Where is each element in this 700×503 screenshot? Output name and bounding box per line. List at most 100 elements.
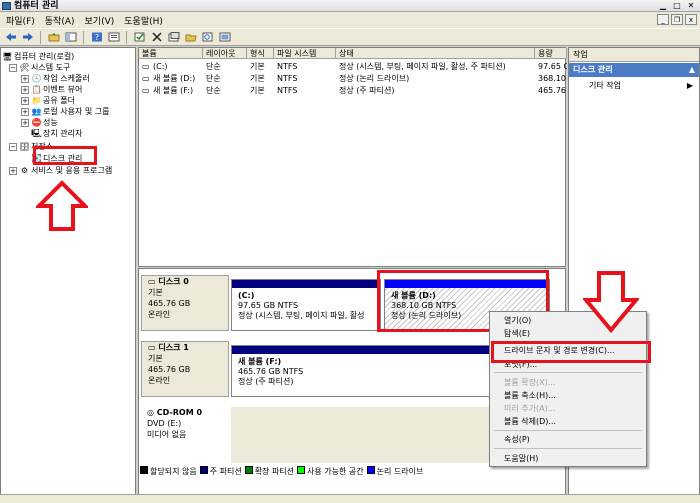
window-title: 컴퓨터 관리 — [14, 1, 59, 11]
title-bar: 컴퓨터 관리 ▁ □ ✕ — [0, 0, 700, 12]
legend-item: 사용 가능한 공간 — [297, 465, 364, 477]
tree-item-services[interactable]: + ⚙ 서비스 및 응용 프로그램 — [9, 165, 112, 176]
svg-text:?: ? — [94, 33, 98, 42]
expand-icon[interactable]: + — [21, 107, 29, 116]
forward-arrow-icon[interactable] — [20, 30, 35, 44]
toolbar-separator — [40, 30, 41, 44]
status-bar — [0, 494, 700, 503]
menu-item-delete-volume[interactable]: 볼륨 삭제(D)... — [490, 415, 646, 428]
highlight-box-disk-management — [33, 146, 97, 165]
highlight-box-change-drive-letter — [491, 341, 651, 363]
disk-icon: ▭ — [148, 343, 159, 352]
menu-separator — [494, 372, 642, 373]
actions-section-disk-management[interactable]: 디스크 관리 ▲ — [569, 63, 699, 77]
help-icon[interactable]: ? — [89, 30, 104, 44]
tree-label: 성능 — [43, 118, 58, 127]
properties-sheet-icon[interactable] — [166, 30, 181, 44]
clock-icon: 🕓 — [31, 74, 42, 83]
primary-partition-bar — [232, 280, 380, 288]
tree-item-system-tools[interactable]: − 🛠 시스템 도구 — [9, 62, 70, 73]
legend-item: 할당되지 않음 — [140, 465, 197, 477]
mdi-restore-button[interactable]: ❐ — [671, 14, 683, 25]
properties-icon[interactable] — [106, 30, 121, 44]
down-arrow-annotation — [583, 271, 639, 334]
tree-label: 로컬 사용자 및 그룹 — [43, 107, 110, 116]
menu-action[interactable]: 동작(A) — [45, 14, 75, 27]
toolbar-separator — [126, 30, 127, 44]
expand-icon[interactable]: + — [21, 96, 29, 105]
maximize-button[interactable]: □ — [670, 0, 684, 11]
volume-c[interactable]: (C:) 97.65 GB NTFS 정상 (시스템, 부팅, 페이지 파일, … — [231, 279, 381, 331]
expand-icon[interactable]: + — [21, 74, 29, 83]
menu-bar: 파일(F) 동작(A) 보기(V) 도움말(H) _ ❐ x — [0, 12, 700, 28]
expand-icon[interactable]: + — [21, 118, 29, 127]
back-arrow-icon[interactable] — [3, 30, 18, 44]
up-folder-icon[interactable] — [46, 30, 61, 44]
search-icon[interactable] — [200, 30, 215, 44]
menu-help[interactable]: 도움말(H) — [124, 14, 163, 27]
tree-label: 공유 폴더 — [43, 96, 75, 105]
tree-item-device-manager[interactable]: 🖳 장치 관리자 — [31, 128, 83, 139]
list-header: 볼륨 레이아웃 형식 파일 시스템 상태 용량 — [139, 48, 567, 59]
menu-separator — [494, 430, 642, 431]
column-header-type[interactable]: 형식 — [247, 48, 274, 59]
menu-item-extend-volume[interactable]: 볼륨 확장(X)... — [490, 376, 646, 389]
users-icon: 👥 — [31, 107, 42, 116]
tree-label: 장치 관리자 — [43, 129, 83, 138]
column-header-capacity[interactable]: 용량 — [535, 48, 567, 59]
tree-item-task-scheduler[interactable]: + 🕓 작업 스케줄러 — [21, 73, 90, 84]
context-menu: 열기(O) 탐색(E) 드라이브 문자 및 경로 변경(C)... 포맷(F).… — [489, 311, 647, 467]
column-header-filesystem[interactable]: 파일 시스템 — [274, 48, 336, 59]
tree-label: 작업 스케줄러 — [43, 74, 90, 83]
show-hide-tree-icon[interactable] — [63, 30, 78, 44]
submenu-arrow-icon: ▶ — [686, 81, 693, 90]
legend-swatch — [297, 465, 306, 474]
table-row[interactable]: ▭ (C:) 단순 기본 NTFS 정상 (시스템, 부팅, 페이지 파일, 활… — [139, 61, 567, 73]
column-header-volume[interactable]: 볼륨 — [139, 48, 203, 59]
tree-item-shared-folders[interactable]: + 📁 공유 폴더 — [21, 95, 75, 106]
menu-file[interactable]: 파일(F) — [6, 14, 35, 27]
table-row[interactable]: ▭ 새 볼륨 (F:) 단순 기본 NTFS 정상 (주 파티션) 465.76 — [139, 85, 567, 97]
actions-header: 작업 — [569, 48, 699, 62]
menu-item-add-mirror[interactable]: 미러 추가(A)... — [490, 402, 646, 415]
collapse-icon[interactable]: − — [9, 142, 17, 151]
tree-item-root[interactable]: 🖥 컴퓨터 관리(로컬) — [2, 51, 74, 62]
toolbar-separator — [83, 30, 84, 44]
menu-separator — [494, 448, 642, 449]
volume-list: 볼륨 레이아웃 형식 파일 시스템 상태 용량 ▭ (C:) 단순 기본 NTF… — [138, 47, 567, 267]
mdi-minimize-button[interactable]: _ — [657, 14, 669, 25]
tree-label: 시스템 도구 — [31, 63, 71, 72]
column-header-status[interactable]: 상태 — [336, 48, 535, 59]
export-icon[interactable] — [217, 30, 232, 44]
column-header-layout[interactable]: 레이아웃 — [203, 48, 247, 59]
console-tree: 🖥 컴퓨터 관리(로컬) − 🛠 시스템 도구 + 🕓 작업 스케줄러 + 📋 … — [0, 47, 136, 503]
open-folder-icon[interactable] — [183, 30, 198, 44]
tree-item-performance[interactable]: + ⛔ 성능 — [21, 117, 58, 128]
mdi-close-button[interactable]: x — [685, 14, 697, 25]
cdrom-icon: ◎ — [147, 408, 157, 417]
tree-item-local-users[interactable]: + 👥 로컬 사용자 및 그룹 — [21, 106, 110, 117]
table-row[interactable]: ▭ 새 볼륨 (D:) 단순 기본 NTFS 정상 (논리 드라이브) 368.… — [139, 73, 567, 85]
tree-item-event-viewer[interactable]: + 📋 이벤트 뷰어 — [21, 84, 82, 95]
expand-icon[interactable]: + — [9, 166, 17, 175]
actions-more-actions[interactable]: 기타 작업 ▶ — [569, 79, 699, 93]
close-button[interactable]: ✕ — [684, 0, 698, 11]
legend-swatch — [244, 465, 253, 474]
collapse-icon[interactable]: − — [9, 63, 17, 72]
expand-icon[interactable]: + — [21, 85, 29, 94]
legend-item: 주 파티션 — [199, 465, 242, 477]
disk-1-label[interactable]: ▭ 디스크 1 기본 465.76 GB 온라인 — [141, 341, 229, 397]
menu-item-shrink-volume[interactable]: 볼륨 축소(H)... — [490, 389, 646, 402]
disk-0-label[interactable]: ▭ 디스크 0 기본 465.76 GB 온라인 — [141, 275, 229, 331]
delete-icon[interactable] — [149, 30, 164, 44]
menu-item-properties[interactable]: 속성(P) — [490, 433, 646, 446]
cdrom-0-label[interactable]: ◎ CD-ROM 0 DVD (E:) 미디어 없음 — [141, 407, 229, 463]
refresh-icon[interactable] — [132, 30, 147, 44]
storage-icon: 🗄 — [19, 142, 30, 151]
menu-item-help[interactable]: 도움말(H) — [490, 452, 646, 465]
menu-view[interactable]: 보기(V) — [85, 14, 115, 27]
legend-swatch — [199, 465, 208, 474]
collapse-arrow-icon[interactable]: ▲ — [689, 63, 695, 77]
minimize-button[interactable]: ▁ — [656, 0, 670, 11]
legend-item: 논리 드라이브 — [366, 465, 423, 477]
